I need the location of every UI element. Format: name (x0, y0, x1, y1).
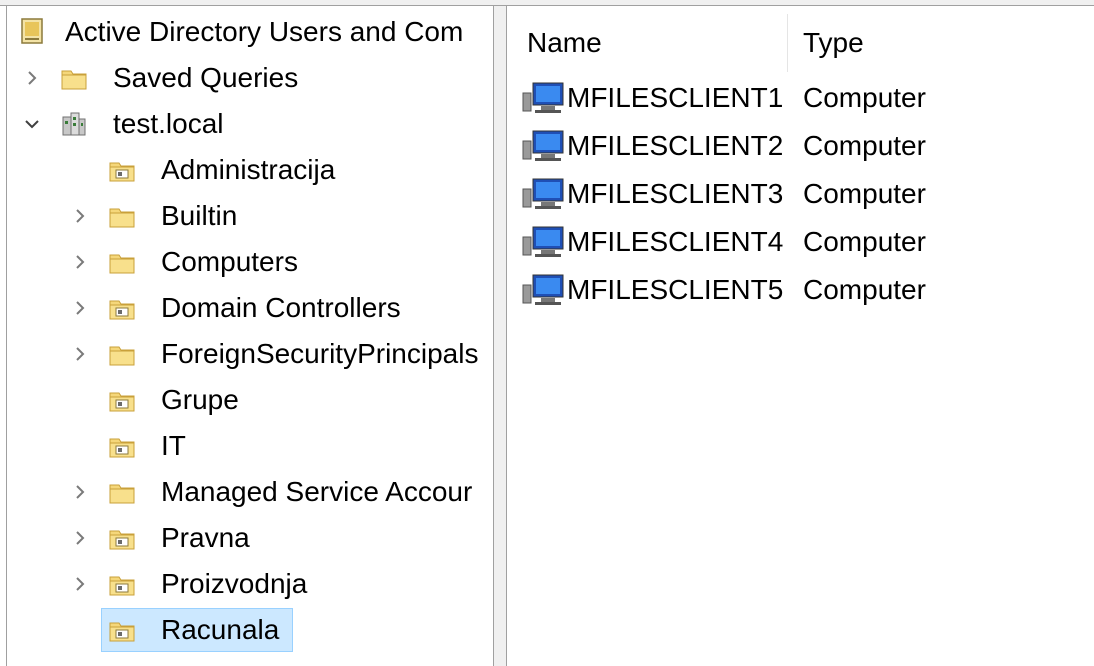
computer-icon (522, 82, 564, 113)
tree-item-administracija[interactable]: Administracija (7, 148, 493, 192)
chevron-right-icon[interactable] (67, 516, 93, 560)
object-type: Computer (803, 178, 926, 209)
chevron-right-icon[interactable] (67, 332, 93, 376)
tree-item-label: Proizvodnja (161, 568, 308, 599)
computer-icon (522, 226, 564, 257)
chevron-right-icon[interactable] (67, 562, 93, 606)
tree-item-managed-service-accounts[interactable]: Managed Service Accour (7, 470, 493, 514)
folder-icon (61, 70, 87, 90)
tree-root[interactable]: Active Directory Users and Com (7, 10, 493, 54)
computer-name: MFILESCLIENT2 (567, 130, 784, 161)
ou-folder-icon (109, 162, 135, 182)
ou-folder-icon (109, 622, 135, 642)
tree-item-racunala[interactable]: Racunala (7, 608, 493, 652)
tree-item-saved-queries[interactable]: Saved Queries (7, 56, 493, 100)
tree-item-label: Pravna (161, 522, 250, 553)
computer-name: MFILESCLIENT1 (567, 82, 784, 113)
object-type: Computer (803, 130, 926, 161)
chevron-right-icon[interactable] (67, 240, 93, 284)
list-item[interactable]: MFILESCLIENT4 Computer (507, 218, 1094, 266)
tree-item-label: ForeignSecurityPrincipals (161, 338, 479, 369)
tree-item-label: Grupe (161, 384, 239, 415)
folder-icon (109, 484, 135, 504)
tree-item-domain-controllers[interactable]: Domain Controllers (7, 286, 493, 330)
tree-item-it[interactable]: IT (7, 424, 493, 468)
column-header-type[interactable]: Type (803, 14, 864, 72)
computer-name: MFILESCLIENT4 (567, 226, 784, 257)
tree-item-label: Saved Queries (113, 62, 299, 93)
computer-icon (522, 178, 564, 209)
tree-item-test-local[interactable]: test.local (7, 102, 493, 146)
ou-folder-icon (109, 300, 135, 320)
folder-icon (109, 346, 135, 366)
tree-item-proizvodnja[interactable]: Proizvodnja (7, 562, 493, 606)
ou-folder-icon (109, 530, 135, 550)
list-item[interactable]: MFILESCLIENT5 Computer (507, 266, 1094, 314)
details-list[interactable]: Name Type MFILESCLIENT1 Computer MFILESC… (506, 6, 1094, 666)
computer-name: MFILESCLIENT5 (567, 274, 784, 305)
chevron-right-icon[interactable] (67, 470, 93, 514)
column-divider[interactable] (787, 14, 788, 72)
tree-item-label: Domain Controllers (161, 292, 401, 323)
console-tree[interactable]: Active Directory Users and Com Saved Que… (6, 6, 494, 666)
computer-name: MFILESCLIENT3 (567, 178, 784, 209)
tree-item-pravna[interactable]: Pravna (7, 516, 493, 560)
tree-item-foreign-security-principals[interactable]: ForeignSecurityPrincipals (7, 332, 493, 376)
chevron-down-icon[interactable] (19, 102, 45, 146)
tree-item-grupe[interactable]: Grupe (7, 378, 493, 422)
chevron-right-icon[interactable] (67, 286, 93, 330)
tree-item-builtin[interactable]: Builtin (7, 194, 493, 238)
chevron-right-icon[interactable] (19, 56, 45, 100)
tree-root-label: Active Directory Users and Com (65, 16, 464, 47)
tree-item-partial[interactable] (7, 654, 493, 666)
folder-icon (109, 254, 135, 274)
tree-item-label: test.local (113, 108, 224, 139)
tree-item-label: Administracija (161, 154, 336, 185)
list-item[interactable]: MFILESCLIENT3 Computer (507, 170, 1094, 218)
object-type: Computer (803, 274, 926, 305)
pane-splitter[interactable] (494, 6, 506, 666)
domain-icon (62, 112, 86, 136)
column-header-name[interactable]: Name (527, 14, 602, 72)
object-type: Computer (803, 82, 926, 113)
ou-folder-icon (109, 576, 135, 596)
computer-icon (522, 274, 564, 305)
list-item[interactable]: MFILESCLIENT1 Computer (507, 74, 1094, 122)
chevron-right-icon[interactable] (67, 194, 93, 238)
tree-item-label: Computers (161, 246, 298, 277)
folder-icon (109, 208, 135, 228)
tree-item-label: Managed Service Accour (161, 476, 473, 507)
ad-snapin-icon (21, 18, 43, 44)
tree-item-label: Builtin (161, 200, 238, 231)
computer-icon (522, 130, 564, 161)
object-type: Computer (803, 226, 926, 257)
tree-item-computers[interactable]: Computers (7, 240, 493, 284)
ou-folder-icon (109, 438, 135, 458)
ou-folder-icon (109, 392, 135, 412)
tree-item-label: Racunala (161, 614, 280, 645)
tree-item-label: IT (161, 430, 186, 461)
list-item[interactable]: MFILESCLIENT2 Computer (507, 122, 1094, 170)
